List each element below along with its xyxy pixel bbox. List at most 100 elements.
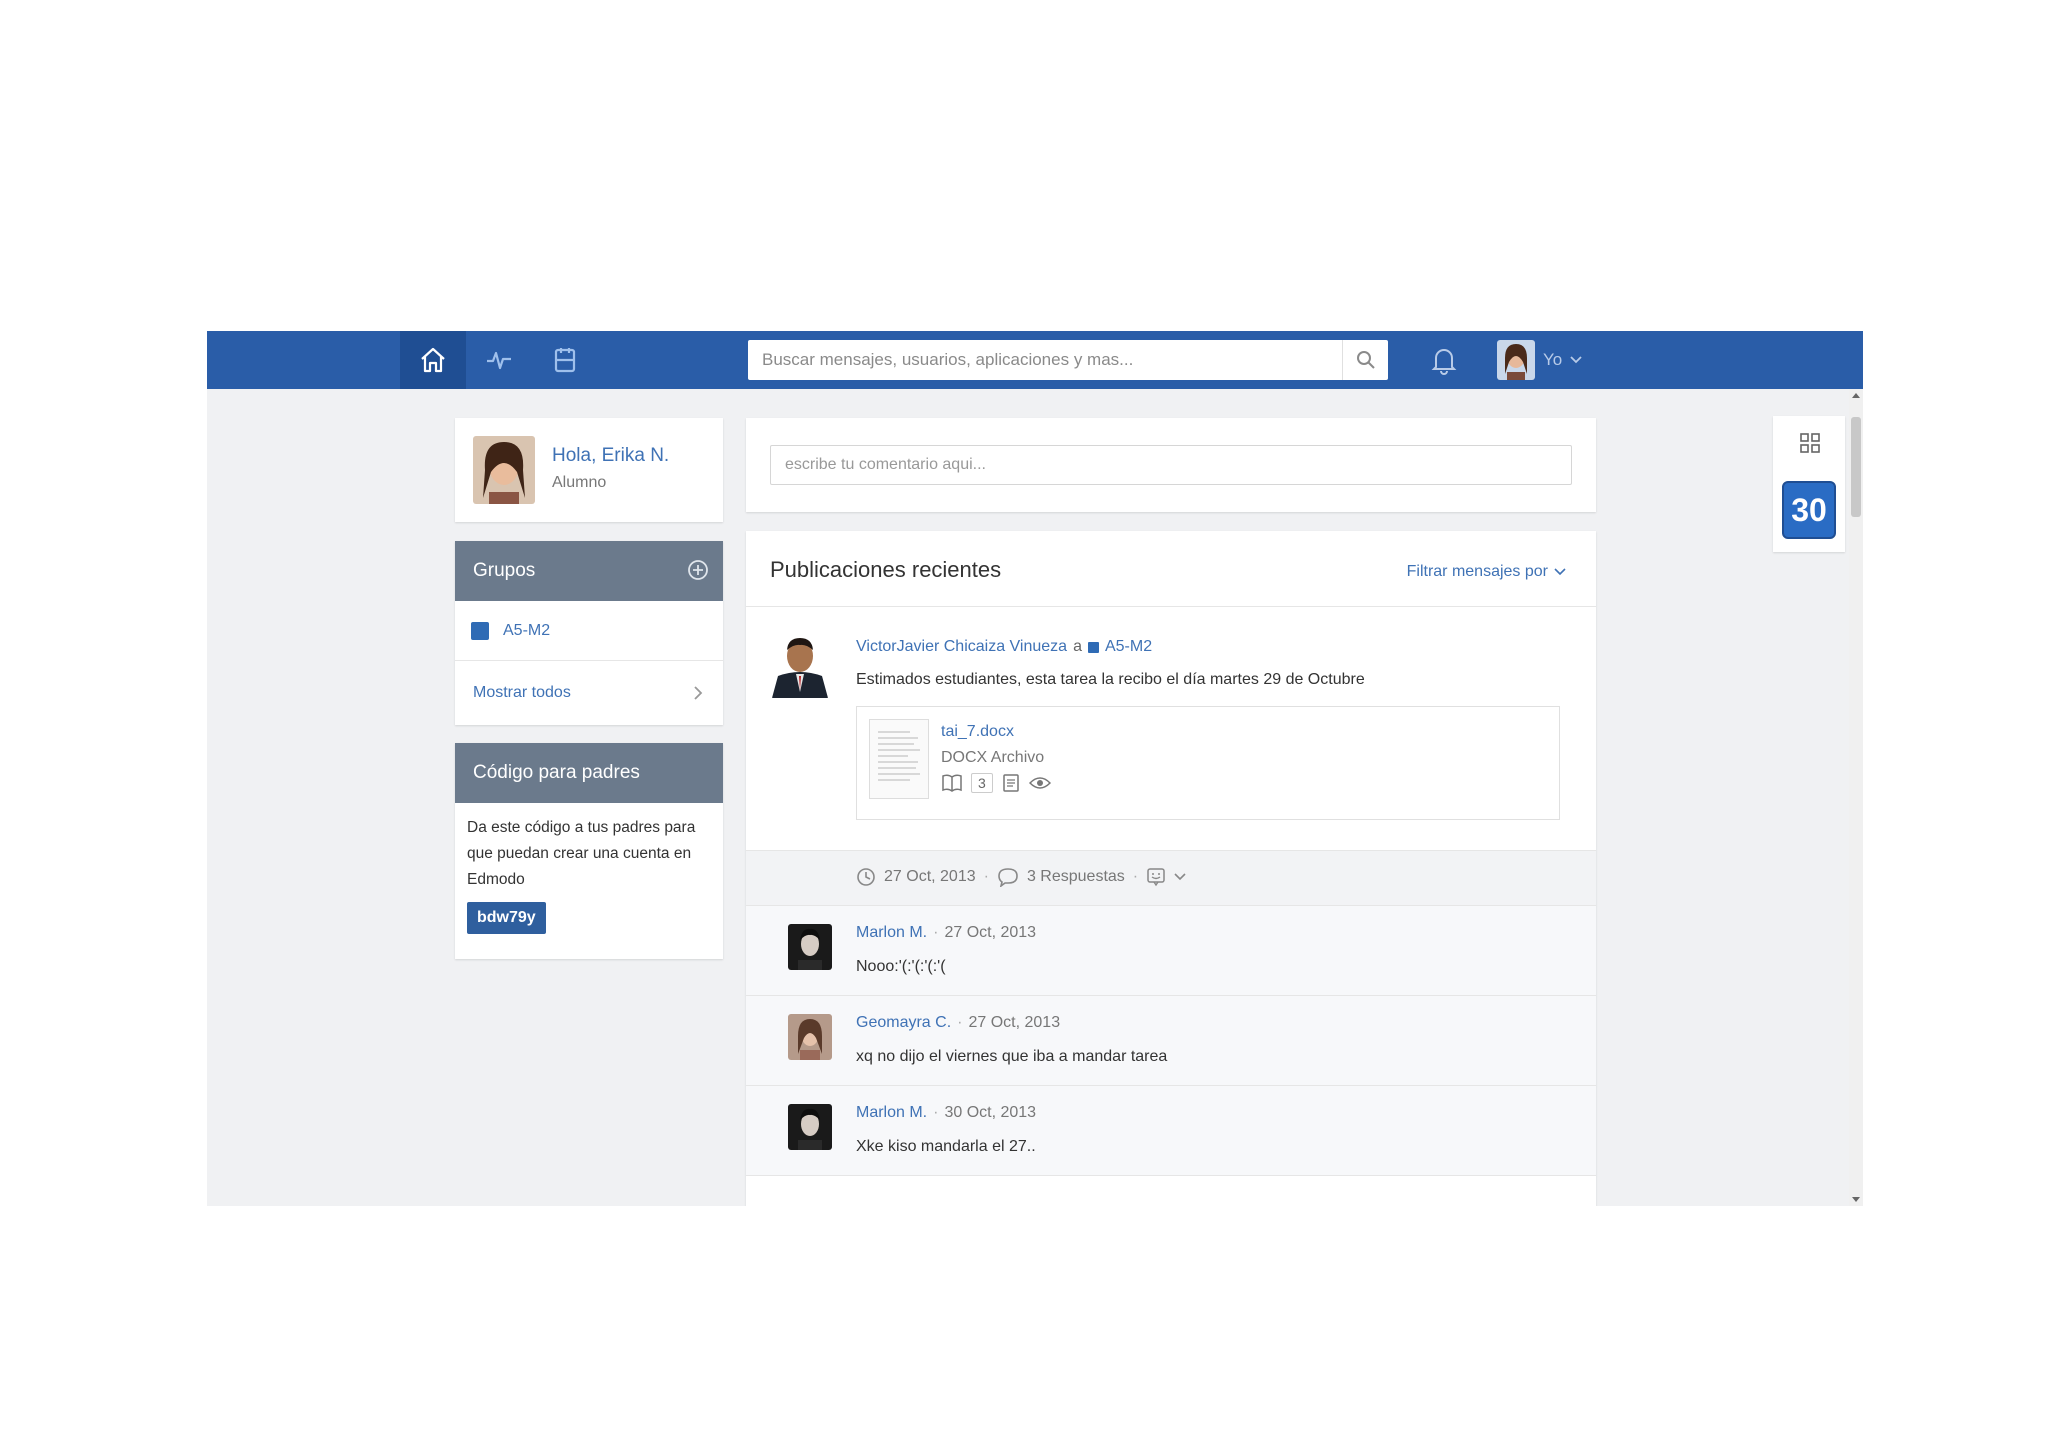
post-attachment[interactable]: tai_7.docx DOCX Archivo 3 — [856, 706, 1560, 820]
reply-text: Nooo:'(:'(:'(:'( — [856, 958, 946, 975]
add-group-icon[interactable] — [687, 559, 709, 581]
reply-item: Marlon M. · 27 Oct, 2013 Nooo:'(:'(:'(:'… — [746, 906, 1596, 996]
parent-code-panel: Código para padres Da este código a tus … — [455, 743, 723, 959]
planner-icon — [554, 348, 576, 373]
replies-count-link[interactable]: 3 Respuestas — [1027, 868, 1125, 886]
show-all-groups-link[interactable]: Mostrar todos — [455, 661, 723, 725]
reply-author-avatar[interactable] — [788, 1104, 832, 1150]
reply-date: 30 Oct, 2013 — [944, 1104, 1037, 1121]
attachment-filename[interactable]: tai_7.docx — [941, 723, 1014, 741]
activity-button[interactable] — [466, 331, 532, 389]
post-to-word: a — [1073, 638, 1082, 655]
groups-title: Grupos — [473, 560, 536, 581]
post-composer — [746, 418, 1596, 512]
post-stats-row: 27 Oct, 2013 · 3 Respuestas · — [856, 867, 1186, 887]
top-navigation-bar: Yo — [207, 331, 1863, 389]
scrollbar-thumb[interactable] — [1851, 417, 1861, 517]
scroll-down-arrow[interactable] — [1852, 1197, 1860, 1202]
feed-header: Publicaciones recientes Filtrar mensajes… — [746, 531, 1596, 607]
scroll-up-arrow[interactable] — [1852, 393, 1860, 398]
library-icon[interactable] — [941, 773, 963, 793]
app-window: Yo Hola, Erika N. Alumno Grupos A5-M2 Mo… — [207, 331, 1863, 1206]
user-menu[interactable]: Yo — [1497, 339, 1582, 381]
post-author-link[interactable]: VictorJavier Chicaiza Vinueza — [856, 638, 1067, 656]
reply-text: Xke kiso mandarla el 27.. — [856, 1138, 1036, 1155]
page-scrollbar[interactable] — [1849, 389, 1863, 1206]
groups-header: Grupos — [455, 541, 723, 601]
chevron-right-icon — [694, 686, 703, 700]
profile-card: Hola, Erika N. Alumno — [455, 418, 723, 522]
group-name: A5-M2 — [503, 621, 551, 639]
activity-icon — [487, 351, 511, 370]
reply-text: xq no dijo el viernes que iba a mandar t… — [856, 1048, 1168, 1065]
right-widget-bar: 30 — [1773, 416, 1845, 552]
separator-dot: · — [933, 924, 939, 941]
chevron-down-icon[interactable] — [1174, 873, 1186, 881]
profile-role: Alumno — [552, 474, 607, 491]
groups-panel: Grupos A5-M2 Mostrar todos — [455, 541, 723, 725]
clock-icon — [857, 868, 875, 886]
parent-code-header: Código para padres — [455, 743, 723, 803]
separator-dot: · — [983, 868, 989, 885]
post-group-swatch — [1087, 641, 1099, 653]
planner-button[interactable] — [532, 331, 598, 389]
separator-dot: · — [957, 1014, 963, 1031]
parent-code-badge: bdw79y — [467, 902, 546, 934]
reply-author-avatar[interactable] — [788, 924, 832, 970]
group-item-a5-m2[interactable]: A5-M2 — [455, 601, 723, 661]
post-body: Estimados estudiantes, esta tarea la rec… — [856, 671, 1365, 688]
comment-input[interactable] — [770, 445, 1572, 485]
comment-icon[interactable] — [997, 867, 1019, 887]
apps-grid-icon[interactable] — [1799, 432, 1821, 454]
reaction-icon[interactable] — [1146, 867, 1166, 887]
user-menu-label: Yo — [1543, 350, 1563, 369]
filter-label: Filtrar mensajes por — [1406, 563, 1548, 580]
post-date: 27 Oct, 2013 — [884, 868, 976, 885]
attachment-count: 3 — [971, 773, 993, 793]
user-avatar — [1497, 340, 1535, 380]
home-button[interactable] — [400, 331, 466, 389]
search-icon — [1357, 351, 1375, 369]
search-divider — [1342, 340, 1343, 380]
reply-author-link[interactable]: Marlon M. — [856, 924, 927, 942]
filter-posts-dropdown[interactable]: Filtrar mensajes por — [1407, 563, 1566, 581]
eye-icon[interactable] — [1028, 775, 1051, 791]
reply-date: 27 Oct, 2013 — [944, 924, 1037, 941]
reply-author-link[interactable]: Geomayra C. — [856, 1014, 951, 1032]
separator-dot: · — [933, 1104, 939, 1121]
home-icon — [421, 347, 445, 373]
bell-icon — [1431, 349, 1457, 375]
profile-greeting[interactable]: Hola, Erika N. — [552, 445, 669, 467]
notifications-button[interactable] — [1427, 343, 1461, 377]
parent-code-title: Código para padres — [473, 762, 640, 783]
reply-header: Marlon M. · 30 Oct, 2013 — [856, 1104, 1036, 1122]
group-color-swatch — [471, 621, 489, 640]
separator-dot: · — [1132, 868, 1139, 885]
calendar-widget[interactable]: 30 — [1782, 481, 1836, 539]
document-thumbnail[interactable] — [869, 719, 929, 799]
reply-author-avatar[interactable] — [788, 1014, 832, 1060]
search-input[interactable] — [748, 340, 1338, 380]
reply-date: 27 Oct, 2013 — [968, 1014, 1061, 1031]
attachment-actions: 3 — [941, 773, 1051, 793]
search-button[interactable] — [1344, 340, 1388, 380]
post-stats-bar: 27 Oct, 2013 · 3 Respuestas · — [746, 850, 1596, 906]
post-author-avatar[interactable] — [770, 630, 830, 698]
reply-header: Geomayra C. · 27 Oct, 2013 — [856, 1014, 1060, 1032]
parent-code-description: Da este código a tus padres para que pue… — [467, 819, 696, 888]
profile-avatar[interactable] — [473, 436, 535, 504]
attachment-type: DOCX Archivo — [941, 749, 1045, 766]
reply-author-link[interactable]: Marlon M. — [856, 1104, 927, 1122]
recent-posts-feed: Publicaciones recientes Filtrar mensajes… — [746, 531, 1596, 1206]
show-all-label: Mostrar todos — [473, 684, 571, 701]
reply-item: Marlon M. · 30 Oct, 2013 Xke kiso mandar… — [746, 1086, 1596, 1176]
search-bar — [748, 340, 1388, 380]
feed-title: Publicaciones recientes — [770, 557, 1002, 582]
notes-icon[interactable] — [1001, 773, 1021, 793]
reply-header: Marlon M. · 27 Oct, 2013 — [856, 924, 1036, 942]
post-header: VictorJavier Chicaiza Vinueza a A5-M2 — [856, 638, 1152, 656]
post-group-link[interactable]: A5-M2 — [1105, 638, 1152, 656]
chevron-down-icon — [1570, 356, 1582, 364]
reply-item: Geomayra C. · 27 Oct, 2013 xq no dijo el… — [746, 996, 1596, 1086]
chevron-down-icon — [1554, 568, 1566, 576]
